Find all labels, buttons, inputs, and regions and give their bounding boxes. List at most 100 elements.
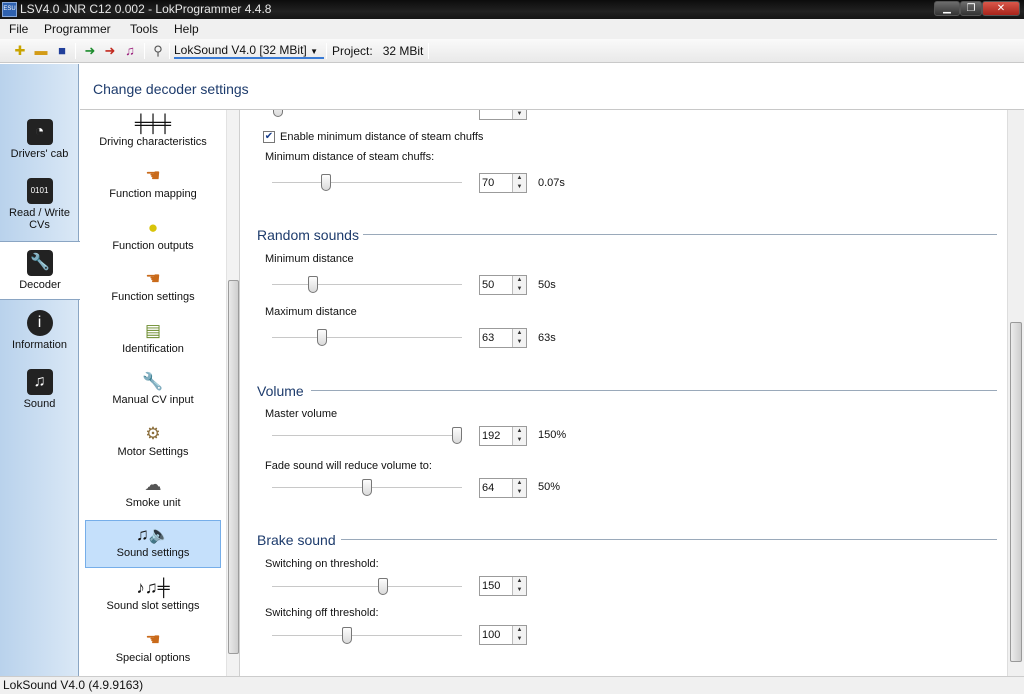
category-driving-characteristics[interactable]: ╪╪╪ Driving characteristics [85, 110, 221, 158]
brake-off-threshold-thumb[interactable] [342, 627, 353, 644]
master-volume-thumb[interactable] [452, 427, 462, 444]
new-file-icon[interactable]: ✚ [12, 43, 28, 59]
probe-icon[interactable]: ⚲ [150, 43, 166, 59]
spin-buttons[interactable]: ▲▼ [512, 427, 526, 445]
nav-information[interactable]: i Information [0, 310, 79, 351]
brake-off-threshold-slider[interactable] [272, 635, 462, 637]
settings-scrollbar[interactable] [1007, 110, 1024, 676]
menu-tools[interactable]: Tools [130, 22, 158, 36]
slider-thumb[interactable] [273, 110, 283, 117]
spin-buttons[interactable]: ▲▼ [512, 329, 526, 347]
category-label: Identification [122, 343, 184, 355]
minimize-button[interactable]: ▁ [934, 1, 960, 16]
min-steam-distance-thumb[interactable] [320, 174, 331, 191]
master-volume-unit: 150% [538, 429, 567, 441]
random-min-distance-unit: 50s [538, 279, 556, 291]
menu-file[interactable]: File [9, 22, 28, 36]
spin-buttons[interactable]: ▲▼ [512, 626, 526, 644]
category-function-mapping[interactable]: ☚ Function mapping [85, 162, 221, 210]
spin-value: 100 [482, 629, 501, 641]
category-special-options[interactable]: ☚ Special options [85, 626, 221, 674]
number-spinner[interactable]: ▲▼ [479, 110, 527, 120]
category-function-outputs[interactable]: ● Function outputs [85, 214, 221, 262]
category-label: Special options [115, 652, 191, 664]
category-scrollbar-thumb[interactable] [228, 280, 239, 654]
random-max-distance-slider[interactable] [272, 337, 462, 339]
toolbar-separator [144, 43, 145, 59]
category-sound-settings[interactable]: ♫🔈 Sound settings [85, 520, 221, 568]
spin-buttons[interactable]: ▲▼ [512, 174, 526, 192]
chevron-down-icon: ▼ [310, 47, 319, 56]
settings-scrollbar-thumb[interactable] [1010, 322, 1022, 662]
brake-on-threshold-slider[interactable] [272, 586, 462, 588]
write-sound-icon[interactable]: ♫ [122, 43, 138, 59]
nav-label: Decoder [19, 279, 61, 291]
spin-buttons[interactable]: ▲▼ [512, 479, 526, 497]
brake-off-threshold-label: Switching off threshold: [265, 607, 379, 619]
nav-sound[interactable]: ♫ Sound [0, 369, 79, 410]
brake-on-threshold-input[interactable]: 150 ▲ ▼ [479, 576, 527, 596]
page-title: Change decoder settings [93, 81, 249, 97]
category-identification[interactable]: ▤ Identification [85, 317, 221, 365]
toolbar-separator [75, 43, 76, 59]
write-decoder-icon[interactable]: ➜ [102, 43, 118, 59]
random-max-distance-input[interactable]: 63 ▲ ▼ [479, 328, 527, 348]
toolbar-separator [428, 43, 429, 59]
toolbar-separator [169, 43, 170, 59]
steam-chuffs-checkbox[interactable]: ✔ [263, 131, 275, 143]
read-decoder-icon[interactable]: ➜ [82, 43, 98, 59]
category-manual-cv-input[interactable]: 🔧 Manual CV input [85, 368, 221, 416]
min-steam-distance-label: Minimum distance of steam chuffs: [265, 151, 435, 163]
music-icon: ♫ [26, 369, 53, 395]
brake-on-threshold-thumb[interactable] [378, 578, 389, 595]
menu-programmer[interactable]: Programmer [44, 22, 111, 36]
project-info: Project: 32 MBit [332, 44, 423, 58]
decoder-type-select[interactable]: LokSound V4.0 [32 MBit] ▼ [174, 42, 324, 59]
spin-buttons[interactable]: ▲▼ [512, 276, 526, 294]
min-steam-distance-slider[interactable] [272, 182, 462, 184]
fade-volume-unit: 50% [538, 481, 561, 493]
maximize-button[interactable]: ❐ [960, 1, 982, 16]
motor-icon: ⚙ [145, 424, 161, 443]
brake-sound-heading: Brake sound [257, 532, 336, 548]
master-volume-slider[interactable] [272, 435, 462, 437]
esu-app-icon: ESU [2, 2, 17, 17]
gauge-icon: ◔ [26, 119, 53, 145]
open-folder-icon[interactable]: ▬ [33, 43, 49, 59]
nav-drivers-cab[interactable]: ◔ Drivers' cab [0, 119, 79, 160]
spin-buttons[interactable]: ▲▼ [512, 577, 526, 595]
title-bar: ESU LSV4.0 JNR C12 0.002 - LokProgrammer… [0, 0, 1024, 19]
nav-decoder[interactable]: 🔧 Decoder [0, 241, 80, 300]
category-motor-settings[interactable]: ⚙ Motor Settings [85, 420, 221, 468]
category-scrollbar[interactable] [226, 110, 239, 676]
category-smoke-unit[interactable]: ☁ Smoke unit [85, 471, 221, 519]
spin-value: 64 [482, 482, 495, 494]
random-max-distance-label: Maximum distance [265, 306, 357, 318]
min-steam-distance-input[interactable]: 70 ▲ ▼ [479, 173, 527, 193]
volume-heading: Volume [257, 383, 304, 399]
settings-panel: ▲▼ ✔ Enable minimum distance of steam ch… [241, 110, 1007, 676]
save-icon[interactable]: ■ [54, 43, 70, 59]
menu-help[interactable]: Help [174, 22, 199, 36]
hand-buttons-icon: ☚ [145, 630, 161, 649]
category-sound-slot-settings[interactable]: ♪♫╪ Sound slot settings [85, 574, 221, 622]
spin-buttons[interactable]: ▲▼ [512, 110, 526, 119]
info-icon: i [26, 310, 53, 336]
notes-sliders-icon: ♪♫╪ [136, 578, 170, 597]
toolbar-separator [326, 43, 327, 59]
category-label: Smoke unit [125, 497, 181, 509]
close-button[interactable]: ✕ [982, 1, 1020, 16]
random-max-distance-thumb[interactable] [317, 329, 327, 346]
category-function-settings[interactable]: ☚ Function settings [85, 265, 221, 313]
nav-read-write-cvs[interactable]: 0101 Read / Write CVs [0, 178, 79, 231]
binary-icon: 0101 [26, 178, 53, 204]
fade-volume-thumb[interactable] [362, 479, 372, 496]
brake-off-threshold-input[interactable]: 100 ▲ ▼ [479, 625, 527, 645]
spin-value: 150 [482, 580, 501, 592]
fade-volume-input[interactable]: 64 ▲ ▼ [479, 478, 527, 498]
master-volume-input[interactable]: 192 ▲ ▼ [479, 426, 527, 446]
random-min-distance-slider[interactable] [272, 284, 462, 286]
random-min-distance-input[interactable]: 50 ▲ ▼ [479, 275, 527, 295]
menu-bar: File Programmer Tools Help [0, 19, 1024, 39]
random-min-distance-thumb[interactable] [308, 276, 318, 293]
